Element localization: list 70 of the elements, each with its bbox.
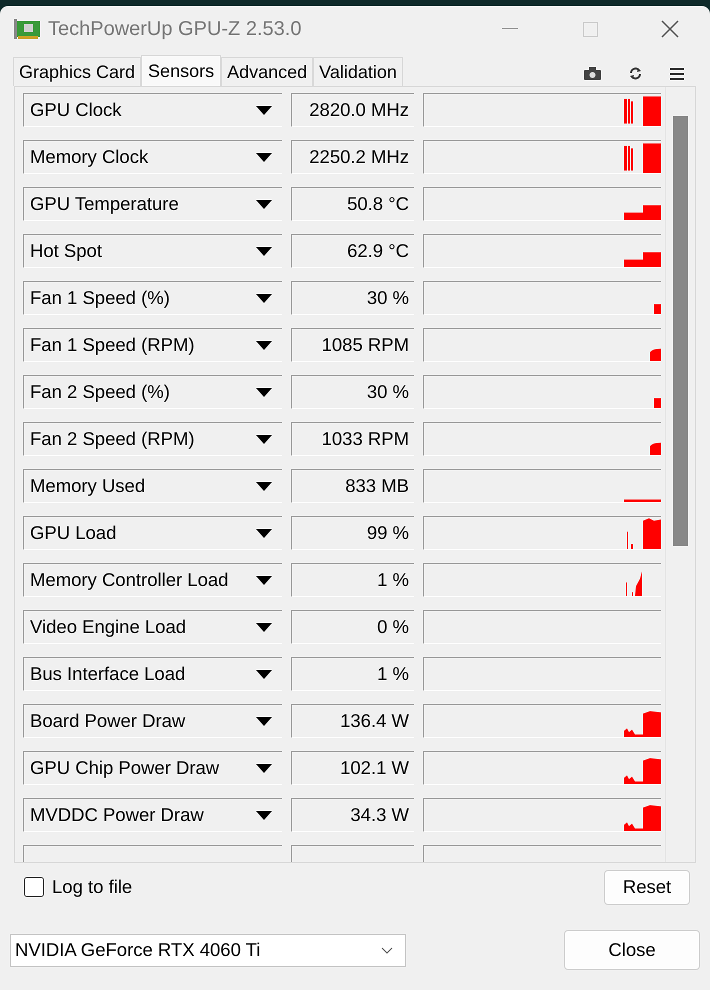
sensor-value: 136.4 W — [291, 704, 414, 738]
caret-icon — [256, 528, 272, 538]
sensor-value: 2820.0 MHz — [291, 93, 414, 127]
caret-icon — [256, 576, 272, 584]
caret-icon — [256, 810, 272, 820]
refresh-icon — [629, 67, 642, 80]
sensor-dropdown[interactable]: GPU Load — [23, 516, 282, 550]
close-button[interactable]: Close — [564, 930, 700, 970]
sensor-value: 102.1 W — [291, 751, 414, 785]
tab[interactable]: Graphics Card — [13, 57, 142, 86]
maximize-icon — [582, 22, 598, 36]
caret-icon — [256, 106, 272, 114]
sensor-value: 1 % — [291, 563, 414, 597]
sensor-value: 50.8 °C — [291, 187, 414, 221]
caret-icon — [256, 622, 272, 632]
caret-icon — [256, 200, 272, 208]
graphics-card-icon — [14, 18, 42, 40]
sensor-value: 1033 RPM — [291, 422, 414, 456]
refresh-button[interactable] — [629, 67, 642, 80]
sensor-value: 30 % — [291, 281, 414, 315]
tab[interactable]: Advanced — [221, 57, 314, 86]
sensor-value: 62.9 °C — [291, 234, 414, 268]
checkbox[interactable] — [24, 877, 44, 897]
caret-icon — [256, 388, 272, 396]
sensor-dropdown[interactable]: MVDDC Power Draw — [23, 798, 282, 832]
gpu-select[interactable]: NVIDIA GeForce RTX 4060 Ti — [10, 934, 406, 966]
sensor-dropdown[interactable]: Memory Clock — [23, 140, 282, 174]
scrollbar-thumb[interactable] — [673, 116, 688, 546]
sensor-dropdown[interactable]: Fan 2 Speed (%) — [23, 375, 282, 409]
reset-button[interactable]: Reset — [604, 870, 690, 904]
sensor-value: 833 MB — [291, 469, 414, 503]
sensor-value: 1085 RPM — [291, 328, 414, 362]
sensor-value: 2250.2 MHz — [291, 140, 414, 174]
caret-icon — [256, 764, 272, 772]
menu-button[interactable] — [670, 68, 684, 80]
sensor-dropdown[interactable]: Bus Interface Load — [23, 657, 282, 691]
caret-icon — [256, 670, 272, 678]
caret-icon — [256, 246, 272, 256]
sensor-value: 34.3 W — [291, 798, 414, 832]
sensor-dropdown[interactable]: GPU Chip Power Draw — [23, 751, 282, 785]
sensor-dropdown[interactable]: GPU Temperature — [23, 187, 282, 221]
sensor-dropdown[interactable]: Fan 1 Speed (RPM) — [23, 328, 282, 362]
sensor-dropdown[interactable]: GPU Clock — [23, 93, 282, 127]
tab[interactable]: Validation — [313, 57, 403, 86]
sensor-value: 1 % — [291, 657, 414, 691]
sensor-dropdown[interactable]: Fan 1 Speed (%) — [23, 281, 282, 315]
camera-button[interactable] — [584, 67, 601, 80]
close-icon — [661, 20, 679, 38]
caret-icon — [256, 482, 272, 490]
caret-icon — [256, 294, 272, 302]
sensor-dropdown[interactable]: Fan 2 Speed (RPM) — [23, 422, 282, 456]
sensor-dropdown[interactable]: Hot Spot — [23, 234, 282, 268]
sensor-dropdown[interactable]: Board Power Draw — [23, 704, 282, 738]
chevron-icon — [381, 946, 393, 954]
window-title: TechPowerUp GPU-Z 2.53.0 — [48, 17, 302, 42]
sensor-value: 0 % — [291, 610, 414, 644]
checkbox-label: Log to file — [52, 875, 132, 900]
caret-icon — [256, 434, 272, 444]
minimize-icon — [502, 28, 518, 30]
menu-icon — [670, 68, 684, 80]
caret-icon — [256, 716, 272, 726]
sensor-dropdown[interactable]: Video Engine Load — [23, 610, 282, 644]
tab[interactable]: Sensors — [141, 55, 222, 87]
sensor-value: 30 % — [291, 375, 414, 409]
caret-icon — [256, 152, 272, 162]
sensor-value: 99 % — [291, 516, 414, 550]
sensor-dropdown[interactable]: Memory Controller Load — [23, 563, 282, 597]
sensor-dropdown[interactable]: Memory Used — [23, 469, 282, 503]
caret-icon — [256, 340, 272, 350]
camera-icon — [584, 67, 601, 80]
